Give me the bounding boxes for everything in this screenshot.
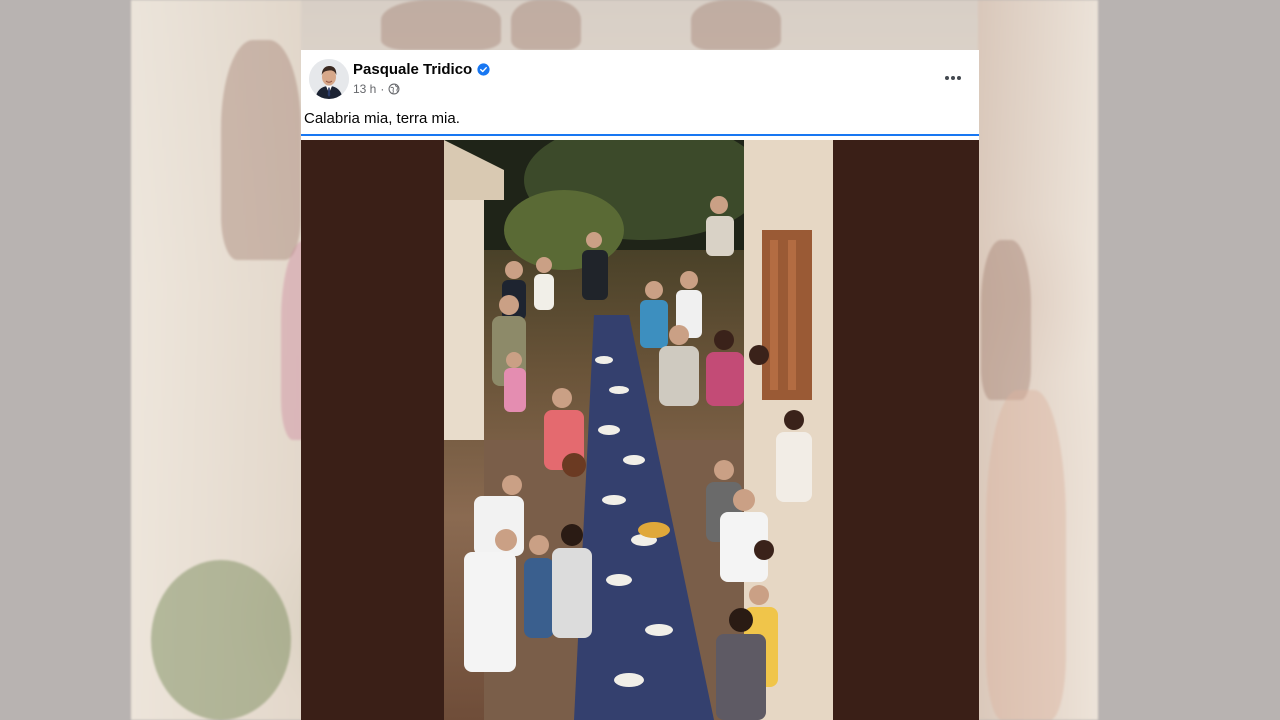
post-meta: 13 h · — [353, 82, 400, 96]
post-time[interactable]: 13 h — [353, 82, 376, 96]
background-figure — [691, 0, 781, 50]
background-figure — [221, 40, 301, 260]
background-figure — [981, 240, 1031, 400]
post-photo[interactable] — [444, 140, 833, 720]
verified-badge-icon — [477, 63, 490, 76]
post-header: Pasquale Tridico 13 h · Calabria mia, te… — [301, 50, 979, 136]
background-figure — [986, 390, 1066, 720]
globe-icon[interactable] — [388, 83, 400, 95]
author-name[interactable]: Pasquale Tridico — [353, 61, 472, 78]
background-figure — [381, 0, 501, 50]
author-row: Pasquale Tridico — [353, 61, 490, 78]
avatar[interactable] — [309, 59, 349, 99]
screen: Pasquale Tridico 13 h · Calabria mia, te… — [0, 0, 1280, 720]
background-shrub — [151, 560, 291, 720]
more-options-button[interactable] — [939, 64, 967, 92]
meta-separator: · — [380, 82, 385, 96]
post-media[interactable] — [301, 140, 979, 720]
post-card: Pasquale Tridico 13 h · Calabria mia, te… — [301, 50, 979, 720]
background-figure — [511, 0, 581, 50]
avatar-image — [309, 59, 349, 99]
group-photo-image — [444, 140, 833, 720]
more-dots-icon — [945, 76, 961, 80]
post-text: Calabria mia, terra mia. — [304, 110, 460, 127]
